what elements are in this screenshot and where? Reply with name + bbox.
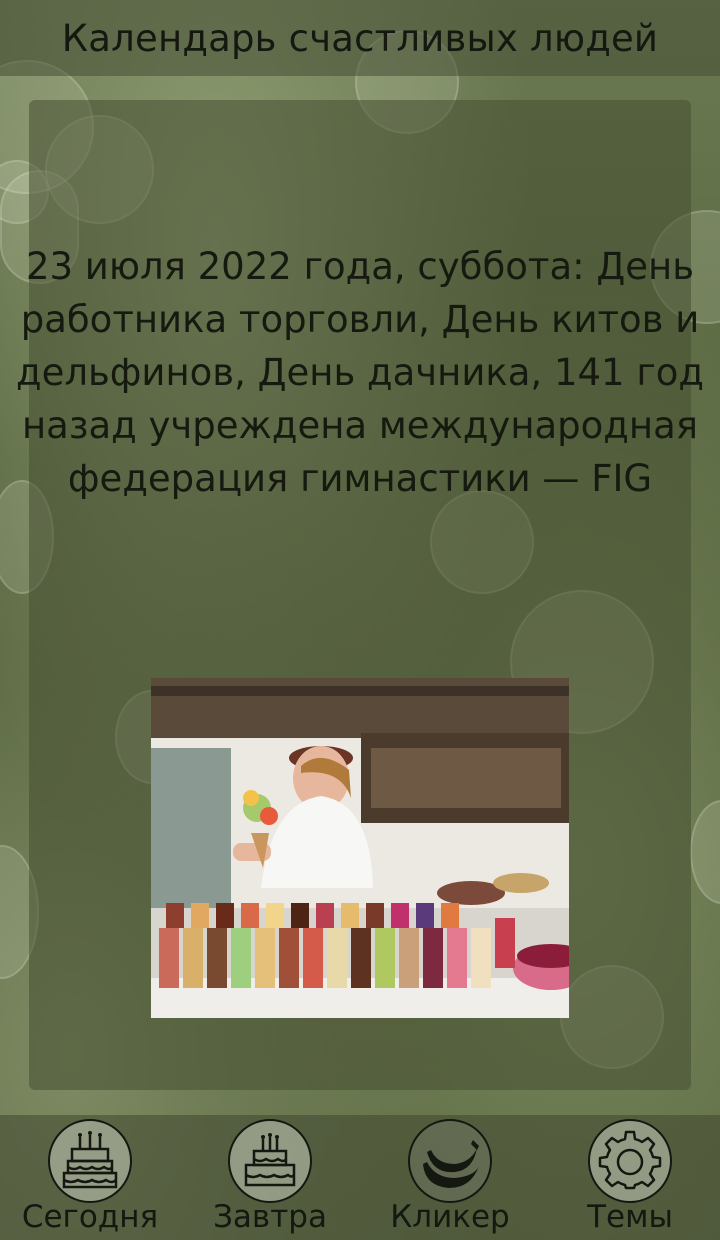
app-header: Календарь счастливых людей [0,0,720,76]
event-text: 23 июля 2022 года, суббота: День работни… [15,245,704,500]
nav-clicker-label: Кликер [390,1199,510,1235]
birthday-cake-icon [48,1119,132,1203]
nav-tomorrow-button[interactable]: Завтра [180,1117,360,1240]
nav-themes-button[interactable]: Темы [540,1117,720,1240]
nav-today-label: Сегодня [21,1199,159,1235]
banana-icon [408,1119,492,1203]
event-photo [151,678,569,1018]
nav-themes-label: Темы [587,1199,673,1235]
nav-clicker-button[interactable]: Кликер [360,1117,540,1240]
nav-tomorrow-label: Завтра [213,1199,327,1235]
app-title: Календарь счастливых людей [61,16,659,60]
birthday-cake-icon [228,1119,312,1203]
gear-icon [588,1119,672,1203]
nav-today-button[interactable]: Сегодня [0,1117,180,1240]
